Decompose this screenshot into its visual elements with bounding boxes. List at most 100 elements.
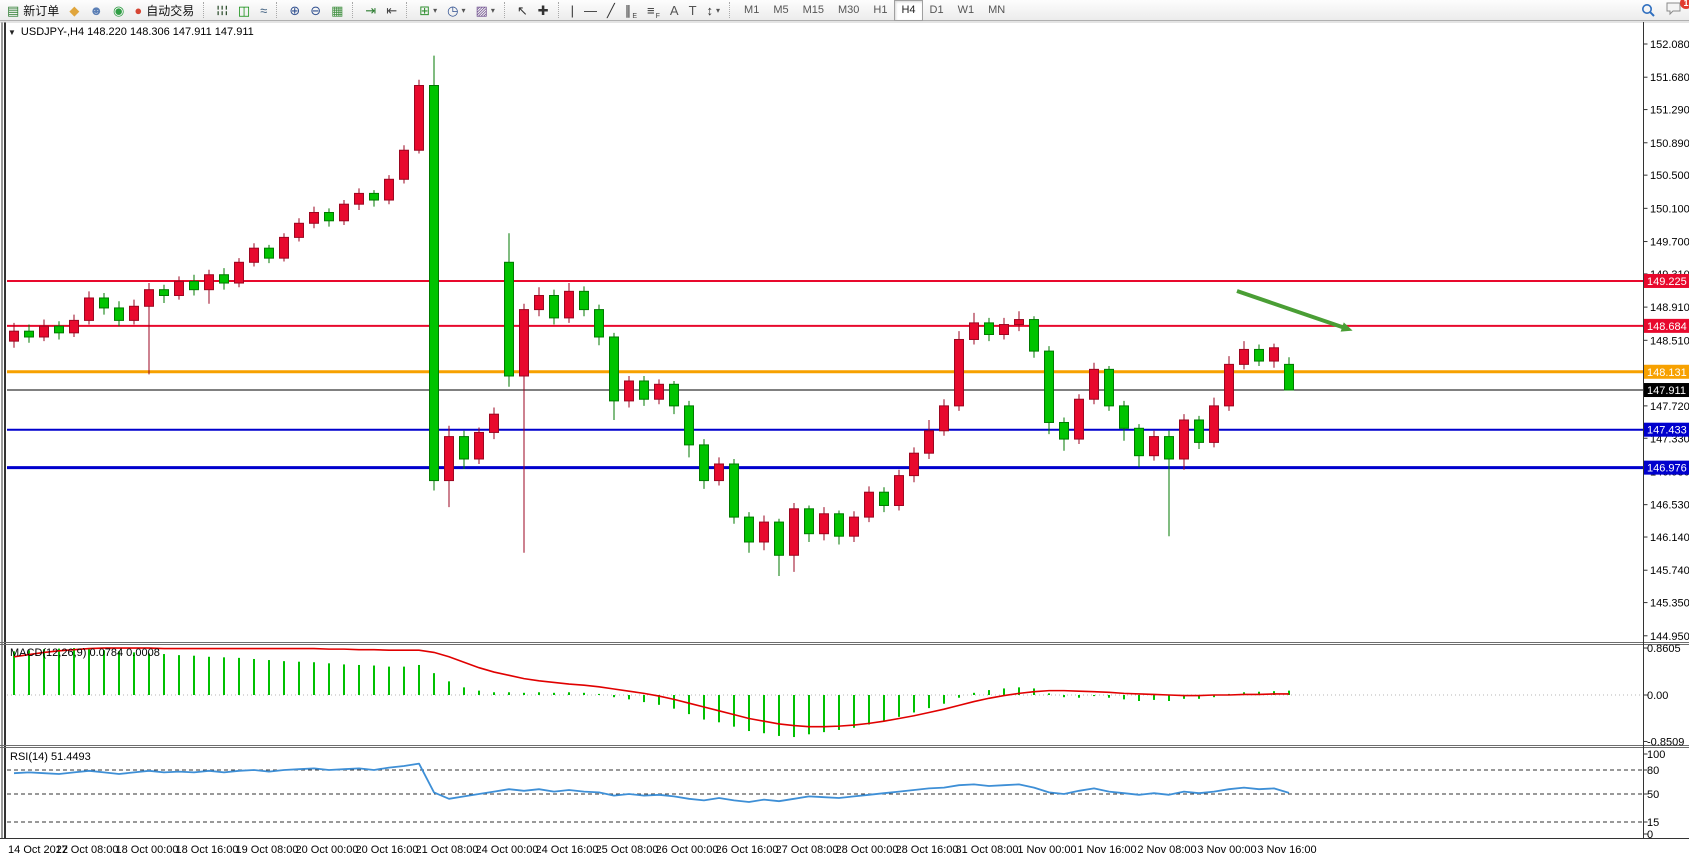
candle-body	[745, 517, 754, 542]
chat-button[interactable]: 1	[1661, 0, 1687, 21]
candle-body	[595, 310, 604, 337]
price-tick-label: 147.720	[1650, 401, 1689, 413]
macd-axis-label: 0.8605	[1647, 643, 1681, 655]
candlestick-chart-button[interactable]: ◫	[233, 0, 255, 21]
rsi-line	[14, 764, 1289, 802]
vertical-line-button[interactable]: |	[566, 0, 579, 21]
line-chart-button[interactable]: ≈	[255, 0, 272, 21]
zoom-in-button[interactable]: ⊕	[284, 0, 305, 21]
candle-body	[385, 179, 394, 200]
candle-body	[610, 337, 619, 401]
candle-body	[1015, 320, 1024, 325]
candle-body	[1150, 437, 1159, 456]
time-tick-label: 26 Oct 16:00	[716, 844, 779, 856]
candle-body	[700, 445, 709, 481]
candle-body	[505, 262, 514, 376]
price-tick-label: 148.910	[1650, 302, 1689, 314]
timeframe-m30[interactable]: M30	[831, 0, 866, 21]
toolbar-separator	[352, 2, 356, 18]
chart-shift-icon: ⇤	[386, 4, 397, 17]
timeframe-m5[interactable]: M5	[766, 0, 795, 21]
candle-body	[1045, 351, 1054, 422]
toolbar-separator	[729, 2, 733, 18]
price-tick-label: 146.530	[1650, 500, 1689, 512]
zoom-out-button[interactable]: ⊖	[305, 0, 326, 21]
candle-body	[490, 414, 499, 432]
timeframe-d1[interactable]: D1	[923, 0, 951, 21]
tool-sub-letter: F	[656, 13, 660, 20]
candle-body	[955, 339, 964, 405]
candle-body	[415, 86, 424, 151]
candle-body	[445, 437, 454, 481]
periods-button[interactable]: ◷▾	[442, 0, 470, 21]
horizontal-line-button[interactable]: —	[579, 0, 602, 21]
dropdown-caret-icon: ▾	[716, 6, 720, 15]
trendline-button[interactable]: ╱	[602, 0, 620, 21]
chart-canvas[interactable]: 152.080151.680151.290150.890150.500150.1…	[0, 0, 1689, 861]
candle-body	[160, 290, 169, 296]
timeframe-h4[interactable]: H4	[894, 0, 922, 21]
candle-body	[940, 406, 949, 431]
tile-windows-icon: ▦	[331, 4, 343, 17]
horizontal-line-icon: —	[584, 4, 597, 17]
candle-body	[10, 331, 19, 341]
arrows-tool-button[interactable]: ↕▾	[702, 0, 726, 21]
search-button[interactable]	[1636, 0, 1661, 21]
candle-body	[340, 204, 349, 221]
autotrading-button[interactable]: ●自动交易	[129, 0, 199, 21]
community-button[interactable]: ☻	[84, 0, 108, 21]
candle-body	[310, 212, 319, 223]
tile-windows-button[interactable]: ▦	[326, 0, 348, 21]
cursor-button[interactable]: ↖	[512, 0, 533, 21]
bar-chart-button[interactable]: ☷	[211, 0, 233, 21]
candle-body	[805, 509, 814, 534]
equidistant-channel-button[interactable]: ∥E	[620, 0, 642, 21]
auto-scroll-button[interactable]: ⇥	[360, 0, 381, 21]
signals-button[interactable]: ◉	[108, 0, 129, 21]
time-tick-label: 3 Nov 16:00	[1257, 844, 1316, 856]
price-tick-label: 149.700	[1650, 237, 1689, 249]
candle-body	[535, 295, 544, 309]
rsi-axis-label: 0	[1647, 829, 1653, 841]
candle-body	[625, 381, 634, 401]
time-tick-label: 20 Oct 00:00	[296, 844, 359, 856]
candle-body	[70, 320, 79, 332]
crosshair-button[interactable]: ✚	[533, 0, 554, 21]
time-tick-label: 17 Oct 08:00	[56, 844, 119, 856]
trading-terminal-window: { "toolbar": { "items": [ {"type":"btn",…	[0, 0, 1689, 861]
timeframe-h1[interactable]: H1	[866, 0, 894, 21]
new-order-icon: ▤	[7, 4, 19, 17]
fibonacci-button[interactable]: ≡F	[642, 0, 665, 21]
price-axis[interactable]: 152.080151.680151.290150.890150.500150.1…	[1644, 39, 1689, 643]
candle-body	[1225, 364, 1234, 406]
candle-body	[835, 514, 844, 536]
candle-body	[1135, 428, 1144, 455]
toolbar-separator	[203, 2, 207, 18]
time-axis[interactable]: 14 Oct 202217 Oct 08:0018 Oct 00:0018 Oc…	[8, 844, 1317, 856]
candle-body	[1255, 349, 1264, 361]
candle-body	[115, 308, 124, 320]
candle-body	[970, 323, 979, 340]
text-button[interactable]: A	[665, 0, 684, 21]
text-label-button[interactable]: T	[684, 0, 702, 21]
yellow-tag-button[interactable]: ◆	[64, 0, 84, 21]
price-tick-label: 150.890	[1650, 138, 1689, 150]
candle-body	[130, 306, 139, 320]
chart-shift-button[interactable]: ⇤	[381, 0, 402, 21]
new-order-button[interactable]: ▤新订单	[2, 0, 64, 21]
templates-button[interactable]: ▨▾	[471, 0, 500, 21]
candle-body	[145, 290, 154, 307]
timeframe-m15[interactable]: M15	[796, 0, 831, 21]
timeframe-mn[interactable]: MN	[981, 0, 1012, 21]
indicators-button[interactable]: ⊞▾	[414, 0, 442, 21]
timeframe-w1[interactable]: W1	[951, 0, 982, 21]
price-tick-label: 150.500	[1650, 170, 1689, 182]
candle-body	[430, 86, 439, 481]
rsi-axis-label: 80	[1647, 765, 1659, 777]
candle-body	[685, 406, 694, 445]
candle-body	[925, 431, 934, 453]
timeframe-m1[interactable]: M1	[737, 0, 766, 21]
candle-body	[355, 193, 364, 204]
candle-body	[985, 323, 994, 335]
symbol-dropdown-icon[interactable]: ▼	[8, 28, 16, 37]
